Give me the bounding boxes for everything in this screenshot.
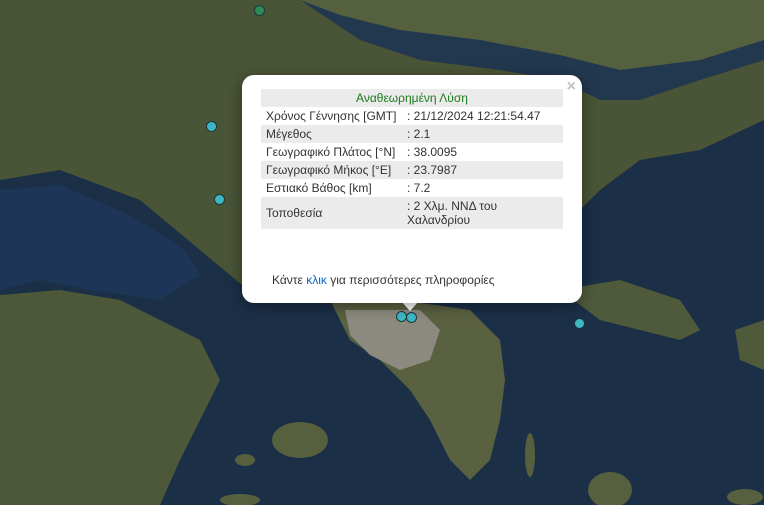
row-value: : 2.1 bbox=[402, 125, 563, 143]
popup-title: Αναθεωρημένη Λύση bbox=[261, 89, 563, 107]
row-value: : 7.2 bbox=[407, 181, 431, 195]
table-row: Γεωγραφικό Μήκος [°E] : 23.7987 bbox=[261, 161, 563, 179]
earthquake-details-table: Αναθεωρημένη Λύση Χρόνος Γέννησης [GMT] … bbox=[261, 89, 563, 229]
row-value: : 21/12/2024 12:21:54.47 bbox=[407, 109, 541, 123]
row-label: Μέγεθος bbox=[261, 125, 402, 143]
row-label: Χρόνος Γέννησης [GMT] bbox=[266, 109, 397, 123]
close-icon[interactable]: × bbox=[567, 78, 576, 96]
row-label: Τοποθεσία bbox=[261, 197, 402, 229]
footer-prefix: Κάντε bbox=[272, 273, 307, 287]
island-makronisos bbox=[525, 433, 535, 477]
island-salamina bbox=[272, 422, 328, 458]
row-label: Γεωγραφικό Πλάτος [°N] bbox=[266, 145, 396, 159]
row-value: : 2 Χλμ. ΝΝΔ του Χαλανδρίου bbox=[402, 197, 563, 229]
marker-north[interactable] bbox=[254, 5, 265, 16]
row-value: : 38.0095 bbox=[407, 145, 458, 159]
footer-suffix: για περισσότερες πληροφορίες bbox=[326, 273, 495, 287]
island-southeast bbox=[727, 489, 763, 505]
more-info-link[interactable]: κλικ bbox=[306, 273, 327, 287]
earthquake-popup: × Αναθεωρημένη Λύση Χρόνος Γέννησης [GMT… bbox=[242, 75, 582, 303]
table-row: Χρόνος Γέννησης [GMT] : 21/12/2024 12:21… bbox=[261, 107, 563, 125]
marker-west-1[interactable] bbox=[206, 121, 217, 132]
row-label: Εστιακό Βάθος [km] bbox=[266, 181, 372, 195]
table-row: Τοποθεσία : 2 Χλμ. ΝΝΔ του Χαλανδρίου bbox=[261, 197, 563, 229]
table-header-row: Αναθεωρημένη Λύση bbox=[261, 89, 563, 107]
row-value: : 23.7987 bbox=[402, 161, 563, 179]
marker-west-2[interactable] bbox=[214, 194, 225, 205]
marker-athens-2[interactable] bbox=[406, 312, 417, 323]
table-row: Γεωγραφικό Πλάτος [°N] : 38.0095 bbox=[261, 143, 563, 161]
island-aegina bbox=[235, 454, 255, 466]
table-row: Μέγεθος : 2.1 bbox=[261, 125, 563, 143]
row-label: Γεωγραφικό Μήκος [°E] bbox=[261, 161, 402, 179]
table-row: Εστιακό Βάθος [km] : 7.2 bbox=[261, 179, 563, 197]
popup-footer: Κάντε κλικ για περισσότερες πληροφορίες bbox=[272, 273, 495, 287]
marker-east[interactable] bbox=[574, 318, 585, 329]
